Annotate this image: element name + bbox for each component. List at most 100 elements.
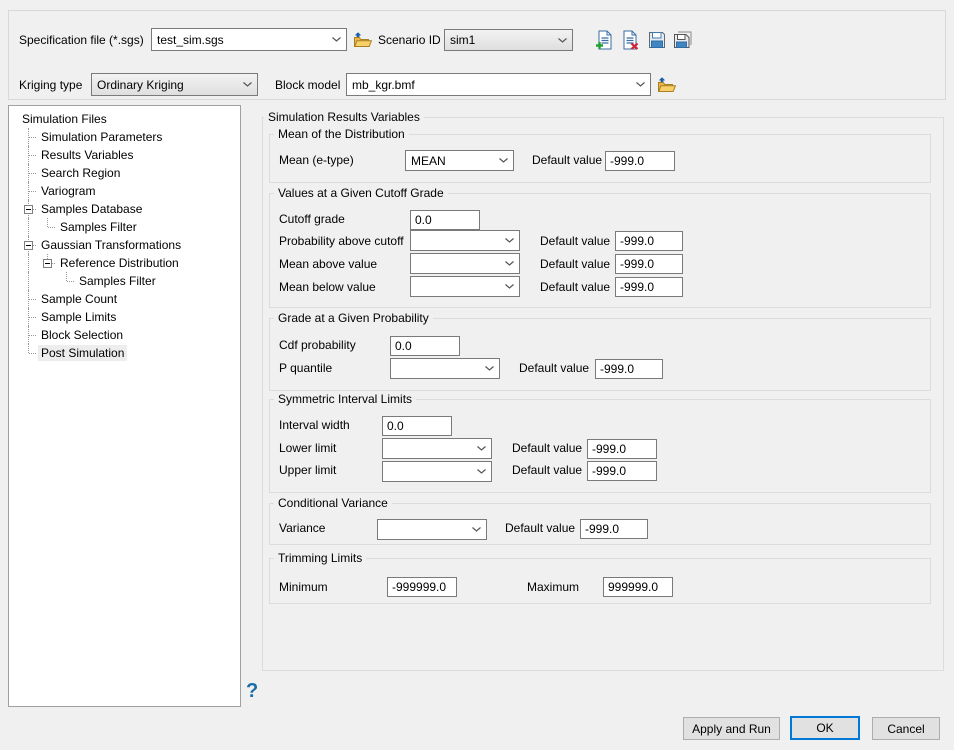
- tree-connector: [29, 137, 36, 138]
- default-value-label: Default value: [512, 441, 582, 456]
- apply-and-run-button[interactable]: Apply and Run: [683, 717, 780, 740]
- tree-item-simulation-parameters[interactable]: Simulation Parameters: [9, 128, 240, 146]
- ok-button[interactable]: OK: [790, 716, 860, 740]
- tree-collapse-icon[interactable]: [43, 259, 52, 268]
- cutoff-grade-field[interactable]: [410, 210, 480, 230]
- minimum-label: Minimum: [279, 580, 328, 595]
- default-value-label: Default value: [532, 153, 602, 168]
- p-quantile-label: P quantile: [279, 361, 332, 376]
- p-quantile-default-field[interactable]: [595, 359, 663, 379]
- cdf-probability-label: Cdf probability: [279, 338, 356, 353]
- tree-item-search-region[interactable]: Search Region: [9, 164, 240, 182]
- mean-below-value-combobox[interactable]: [410, 276, 520, 297]
- mean-above-value-combobox[interactable]: [410, 253, 520, 274]
- tree-item-sample-count[interactable]: Sample Count: [9, 290, 240, 308]
- help-button[interactable]: ?: [246, 680, 258, 703]
- scenario-id-combobox[interactable]: sim1: [444, 29, 573, 51]
- tree-item-simulation-files[interactable]: Simulation Files: [9, 110, 240, 128]
- maximum-field[interactable]: [603, 577, 673, 597]
- tree-item-variogram[interactable]: Variogram: [9, 182, 240, 200]
- chevron-down-icon: [633, 82, 647, 87]
- tree-connector: [29, 299, 36, 300]
- variance-label: Variance: [279, 521, 325, 536]
- document-delete-icon: [622, 30, 639, 50]
- tree-item-sample-limits[interactable]: Sample Limits: [9, 308, 240, 326]
- group-title: Conditional Variance: [274, 496, 392, 511]
- interval-width-field[interactable]: [382, 416, 452, 436]
- delete-scenario-button[interactable]: [619, 29, 641, 51]
- tree-item-label: Simulation Parameters: [38, 129, 165, 145]
- probability-above-cutoff-label: Probability above cutoff: [279, 234, 404, 249]
- default-value-label: Default value: [505, 521, 575, 536]
- scenario-id-label: Scenario ID: [378, 33, 441, 48]
- tree-item-samples-filter[interactable]: Samples Filter: [9, 272, 240, 290]
- chevron-down-icon: [496, 158, 510, 163]
- chevron-down-icon: [240, 82, 254, 87]
- tree-item-samples-database[interactable]: Samples Database: [9, 200, 240, 218]
- default-value-label: Default value: [540, 280, 610, 295]
- tree-item-reference-distribution[interactable]: Reference Distribution: [9, 254, 240, 272]
- kriging-type-label: Kriging type: [19, 78, 82, 93]
- tree-item-post-simulation[interactable]: Post Simulation: [9, 344, 240, 362]
- folder-open-icon: [352, 31, 372, 48]
- cutoff-grade-group: Values at a Given Cutoff Grade Cutoff gr…: [269, 193, 931, 308]
- post-simulation-dialog: { "header": { "spec_file": { "label": "S…: [0, 0, 954, 750]
- mean-etype-combobox[interactable]: MEAN: [405, 150, 514, 171]
- browse-spec-file-button[interactable]: [351, 28, 373, 50]
- upper-limit-combobox[interactable]: [382, 461, 492, 482]
- default-value-label: Default value: [512, 463, 582, 478]
- upper-limit-default-field[interactable]: [587, 461, 657, 481]
- trimming-limits-group: Trimming Limits Minimum Maximum: [269, 558, 931, 604]
- lower-limit-label: Lower limit: [279, 441, 336, 456]
- chevron-down-icon: [502, 284, 516, 289]
- mean-below-value-default-field[interactable]: [615, 277, 683, 297]
- tree-item-label: Results Variables: [38, 147, 136, 163]
- tree-collapse-icon[interactable]: [24, 205, 33, 214]
- lower-limit-default-field[interactable]: [587, 439, 657, 459]
- variance-default-field[interactable]: [580, 519, 648, 539]
- default-value-label: Default value: [540, 257, 610, 272]
- floppy-save-icon: [648, 31, 666, 49]
- chevron-down-icon: [502, 238, 516, 243]
- p-quantile-combobox[interactable]: [390, 358, 500, 379]
- probability-above-cutoff-combobox[interactable]: [410, 230, 520, 251]
- group-title: Grade at a Given Probability: [274, 311, 433, 326]
- default-value-label: Default value: [540, 234, 610, 249]
- tree-connector: [29, 317, 36, 318]
- minimum-field[interactable]: [387, 577, 457, 597]
- floppy-save-as-icon: [673, 31, 692, 49]
- cdf-probability-field[interactable]: [390, 336, 460, 356]
- tree-item-gaussian-transformations[interactable]: Gaussian Transformations: [9, 236, 240, 254]
- cancel-button[interactable]: Cancel: [872, 717, 940, 740]
- save-scenario-as-button[interactable]: [671, 29, 693, 51]
- tree-item-block-selection[interactable]: Block Selection: [9, 326, 240, 344]
- lower-limit-combobox[interactable]: [382, 438, 492, 459]
- group-title: Trimming Limits: [274, 551, 366, 566]
- chevron-down-icon: [329, 37, 343, 42]
- tree-item-label: Samples Filter: [57, 219, 140, 235]
- tree-connector: [29, 353, 36, 354]
- kriging-type-combobox[interactable]: Ordinary Kriging: [91, 73, 258, 96]
- upper-limit-label: Upper limit: [279, 463, 336, 478]
- chevron-down-icon: [555, 38, 569, 43]
- probability-above-cutoff-default-field[interactable]: [615, 231, 683, 251]
- variance-combobox[interactable]: [377, 519, 487, 540]
- chevron-down-icon: [469, 527, 483, 532]
- tree-item-samples-filter[interactable]: Samples Filter: [9, 218, 240, 236]
- tree-item-label: Simulation Files: [19, 111, 110, 127]
- chevron-down-icon: [474, 446, 488, 451]
- save-scenario-button[interactable]: [646, 29, 668, 51]
- interval-width-label: Interval width: [279, 418, 350, 433]
- tree-item-label: Variogram: [38, 183, 98, 199]
- mean-etype-label: Mean (e-type): [279, 153, 354, 168]
- browse-block-model-button[interactable]: [655, 73, 677, 95]
- tree-item-label: Samples Filter: [76, 273, 159, 289]
- block-model-combobox[interactable]: mb_kgr.bmf: [346, 73, 651, 96]
- block-model-label: Block model: [275, 78, 340, 93]
- tree-collapse-icon[interactable]: [24, 241, 33, 250]
- tree-item-results-variables[interactable]: Results Variables: [9, 146, 240, 164]
- new-scenario-button[interactable]: [592, 29, 614, 51]
- mean-default-value-field[interactable]: [605, 151, 675, 171]
- spec-file-combobox[interactable]: test_sim.sgs: [151, 28, 347, 51]
- mean-above-value-default-field[interactable]: [615, 254, 683, 274]
